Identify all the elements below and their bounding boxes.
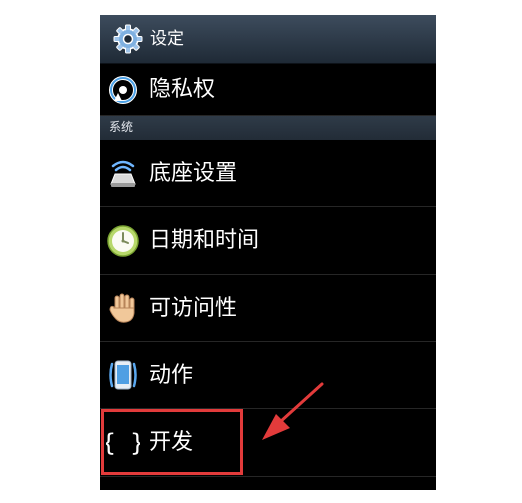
section-header-label: 系统 xyxy=(109,120,134,134)
settings-item-label: 日期和时间 xyxy=(149,228,260,253)
phone-motion-icon xyxy=(109,360,137,390)
settings-item-label: 隐私权 xyxy=(149,77,216,102)
title-bar: 设定 xyxy=(100,15,436,64)
pointer-arrow-icon xyxy=(262,382,324,440)
highlight-box xyxy=(101,409,243,475)
section-header-system: 系统 xyxy=(100,116,436,140)
settings-item-dock[interactable]: 底座设置 xyxy=(100,140,436,207)
settings-item-label: 动作 xyxy=(149,363,194,388)
settings-gear-icon xyxy=(113,24,143,54)
settings-item-accessibility[interactable]: 可访问性 xyxy=(100,275,436,342)
clock-icon xyxy=(107,225,139,257)
settings-item-date-time[interactable]: 日期和时间 xyxy=(100,207,436,275)
settings-item-label: 底座设置 xyxy=(149,161,238,186)
page-title: 设定 xyxy=(150,29,184,49)
screenshot-stage: 设定 隐私权 系统 底座设置 日期和时间 可访问性 动作 开发 xyxy=(0,0,522,503)
privacy-sync-icon xyxy=(109,76,137,104)
settings-item-label: 可访问性 xyxy=(149,296,238,321)
dock-icon xyxy=(110,160,136,187)
settings-item-privacy[interactable]: 隐私权 xyxy=(100,64,436,116)
hand-icon xyxy=(109,293,135,323)
